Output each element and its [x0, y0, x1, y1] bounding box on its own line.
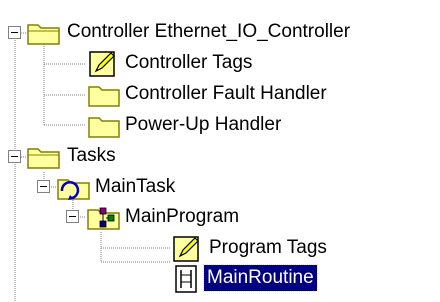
- tree-item-label: Controller Tags: [125, 52, 253, 73]
- program-icon: [86, 201, 122, 233]
- tree-item-powerup-handler[interactable]: Power-Up Handler: [86, 109, 386, 141]
- tree-item-mainprogram[interactable]: MainProgram: [86, 201, 326, 233]
- project-tree: Controller Ethernet_IO_Controller Contro…: [0, 0, 440, 302]
- folder-open-icon: [26, 140, 62, 172]
- routine-icon: [170, 262, 206, 294]
- tags-icon: [170, 232, 206, 264]
- tree-item-program-tags[interactable]: Program Tags: [170, 232, 410, 264]
- tree-item-label: MainRoutine: [203, 264, 318, 292]
- tree-item-label: Controller Fault Handler: [125, 83, 327, 104]
- tree-item-fault-handler[interactable]: Controller Fault Handler: [86, 78, 426, 110]
- expand-toggle-controller[interactable]: [8, 26, 22, 40]
- expand-toggle-tasks[interactable]: [8, 150, 22, 164]
- tree-item-label: Controller Ethernet_IO_Controller: [67, 21, 351, 42]
- folder-open-icon: [26, 16, 62, 48]
- tree-item-controller[interactable]: Controller Ethernet_IO_Controller: [26, 16, 436, 48]
- tree-item-tasks[interactable]: Tasks: [26, 140, 226, 172]
- expand-toggle-mainprogram[interactable]: [66, 210, 80, 224]
- tree-item-label: Tasks: [67, 145, 116, 166]
- tree-item-mainroutine[interactable]: MainRoutine: [170, 262, 410, 294]
- tags-icon: [86, 47, 122, 79]
- tree-item-label: Power-Up Handler: [125, 114, 282, 135]
- folder-icon: [86, 109, 122, 141]
- folder-icon: [86, 78, 122, 110]
- tree-item-maintask[interactable]: MainTask: [56, 171, 256, 203]
- tree-item-controller-tags[interactable]: Controller Tags: [86, 47, 386, 79]
- expand-toggle-maintask[interactable]: [37, 180, 51, 194]
- tree-item-label: MainTask: [95, 176, 176, 197]
- task-icon: [56, 171, 92, 203]
- tree-item-label: Program Tags: [209, 237, 327, 258]
- tree-item-label: MainProgram: [125, 206, 240, 227]
